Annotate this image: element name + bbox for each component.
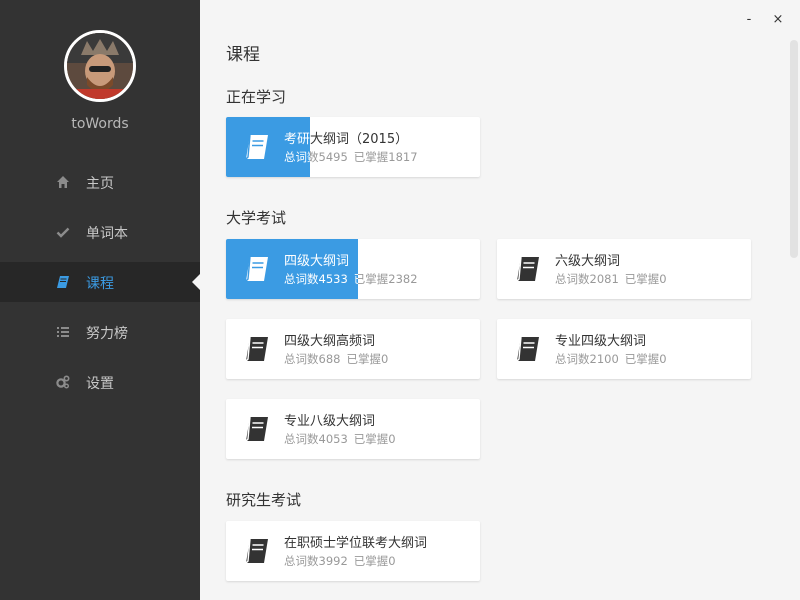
course-stats: 总词数688 已掌握0 [284,351,388,367]
progress-fill: 四级大纲词 总词数4533已掌握2382 [226,239,358,299]
course-card[interactable]: 六级大纲词 总词数2081 已掌握0 [497,239,751,299]
course-mastered: 已掌握0 [353,432,396,446]
sidebar-nav: 主页 单词本 课程 努力榜 设置 [0,162,200,412]
section-title-studying: 正在学习 [226,88,287,106]
course-mastered: 已掌握0 [624,272,667,286]
home-icon [56,175,70,189]
course-name: 六级大纲词 [555,254,621,269]
main-content: - × 课程 正在学习 考研大纲词（2015） 总词数5495 已掌握1817 考… [200,0,800,600]
course-stats: 总词数3992 已掌握0 [284,553,396,569]
course-name: 在职硕士学位联考大纲词 [284,536,428,551]
username: toWords [71,116,129,132]
book-icon [241,333,273,365]
book-icon [512,333,544,365]
section-title-college: 大学考试 [226,209,287,227]
close-button[interactable]: × [771,13,785,27]
sidebar-item-courses[interactable]: 课程 [0,262,200,302]
course-name: 专业八级大纲词 [284,414,376,429]
course-mastered: 已掌握1817 [353,150,418,164]
book-icon [512,253,544,285]
minimize-button[interactable]: - [742,13,756,27]
sidebar-item-label: 单词本 [86,226,128,242]
section-title-graduate: 研究生考试 [226,491,302,509]
sidebar: toWords 主页 单词本 课程 努力榜 设置 [0,0,200,600]
book-icon [56,275,70,289]
sidebar-item-label: 课程 [86,276,114,292]
sidebar-item-label: 设置 [86,376,114,392]
sidebar-item-ranking[interactable]: 努力榜 [0,312,200,352]
course-mastered: 已掌握0 [624,352,667,366]
book-icon [241,535,273,567]
check-icon [56,225,70,239]
sidebar-item-wordbook[interactable]: 单词本 [0,212,200,252]
course-card[interactable]: 四级大纲词 总词数4533已掌握2382 四级大纲词 总词数4533已掌握238… [226,239,480,299]
course-total: 总词数4053 [284,432,348,446]
course-mastered: 已掌握2382 [353,272,418,286]
list-icon [56,325,70,339]
scrollbar[interactable] [790,40,798,258]
course-mastered: 已掌握0 [353,554,396,568]
course-total: 总词数2081 [555,272,619,286]
course-stats: 总词数2081 已掌握0 [555,271,667,287]
course-name: 专业四级大纲词 [555,334,647,349]
page-title: 课程 [226,45,260,65]
gears-icon [56,375,70,389]
sidebar-item-label: 努力榜 [86,326,128,342]
course-card[interactable]: 在职硕士学位联考大纲词 总词数3992 已掌握0 [226,521,480,581]
sidebar-item-settings[interactable]: 设置 [0,362,200,402]
course-card[interactable]: 专业八级大纲词 总词数4053 已掌握0 [226,399,480,459]
course-card[interactable]: 专业四级大纲词 总词数2100 已掌握0 [497,319,751,379]
avatar-image [67,33,133,99]
course-total: 总词数3992 [284,554,348,568]
course-total: 总词数2100 [555,352,619,366]
sidebar-item-label: 主页 [86,176,114,192]
avatar[interactable] [64,30,136,102]
course-mastered: 已掌握0 [346,352,389,366]
course-stats: 总词数2100 已掌握0 [555,351,667,367]
sidebar-item-home[interactable]: 主页 [0,162,200,202]
course-total: 总词数688 [284,352,341,366]
course-name: 四级大纲高频词 [284,334,376,349]
book-icon [241,413,273,445]
course-card[interactable]: 四级大纲高频词 总词数688 已掌握0 [226,319,480,379]
course-stats: 总词数4053 已掌握0 [284,431,396,447]
course-card[interactable]: 考研大纲词（2015） 总词数5495已掌握1817 考研大纲词（2015） 总… [226,117,480,177]
progress-fill: 考研大纲词（2015） 总词数5495已掌握1817 [226,117,310,177]
